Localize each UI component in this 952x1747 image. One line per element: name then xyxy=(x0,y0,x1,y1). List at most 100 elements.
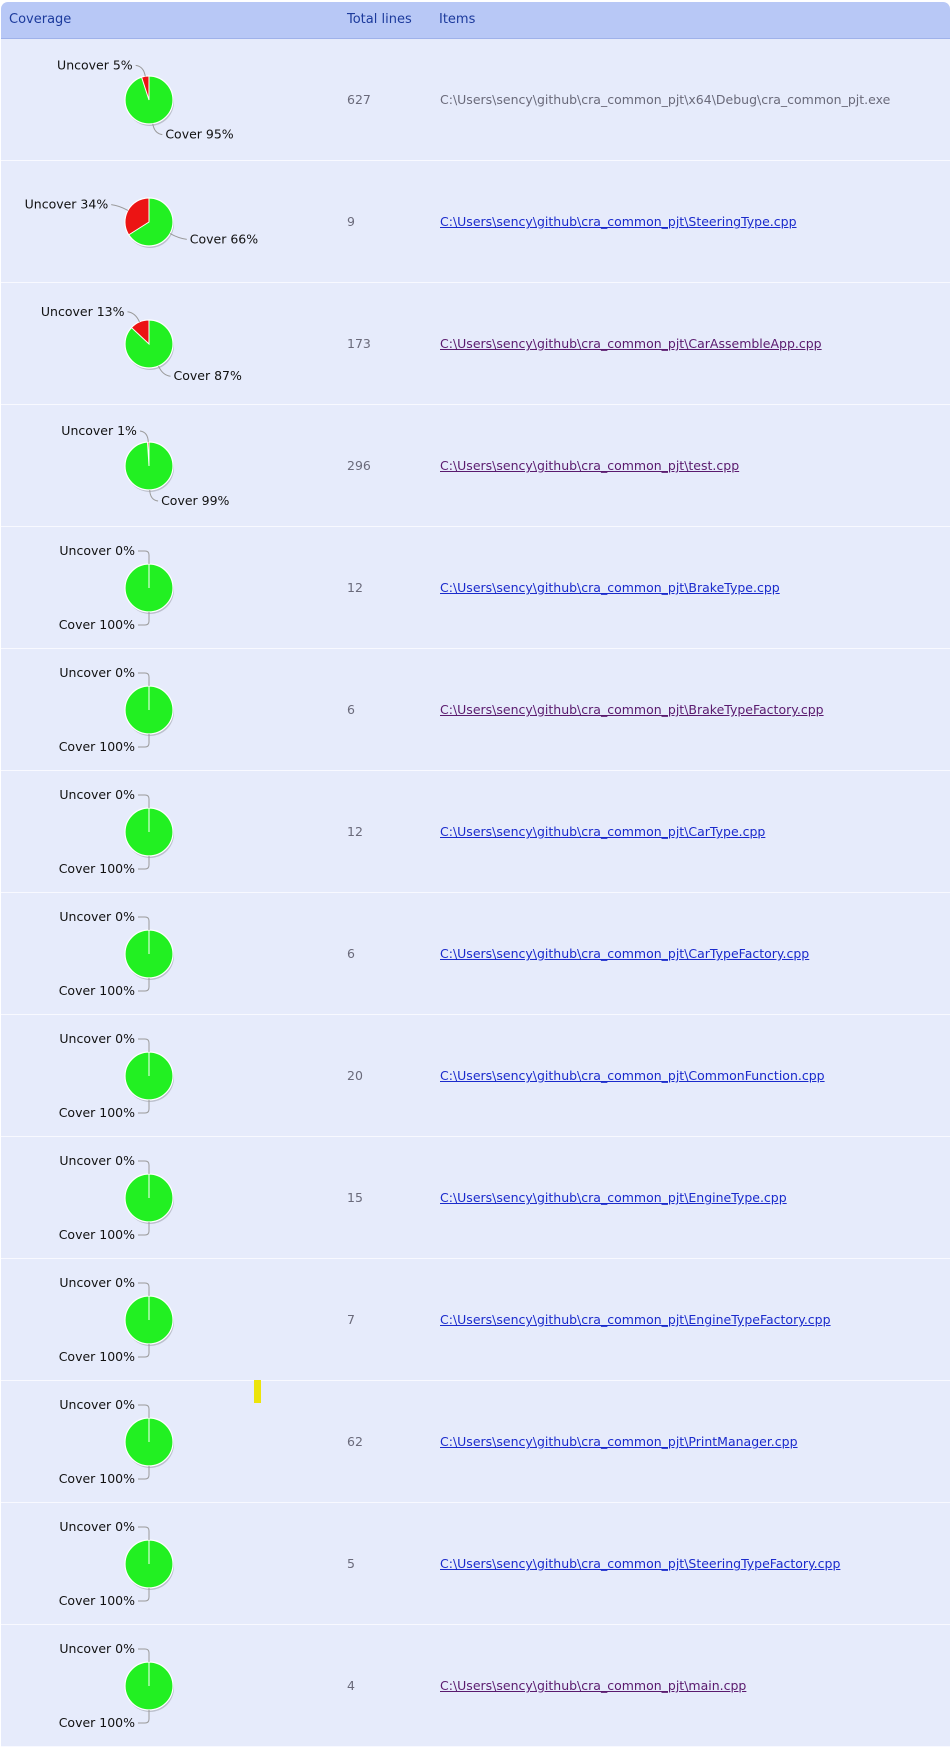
total-lines-value: 296 xyxy=(347,458,371,473)
uncover-leader-line xyxy=(135,64,146,77)
table-row: Uncover 0% Cover 100% 5 C:\Users\sency\gith… xyxy=(1,1503,950,1625)
cover-label: Cover 100% xyxy=(59,1593,135,1608)
uncover-label: Uncover 13% xyxy=(41,304,125,319)
cover-label: Cover 100% xyxy=(59,861,135,876)
cover-label: Cover 100% xyxy=(59,983,135,998)
cover-label: Cover 87% xyxy=(174,368,242,383)
pie-svg: Uncover 0% Cover 100% xyxy=(59,665,174,754)
total-lines-value: 7 xyxy=(347,1312,355,1327)
uncover-label: Uncover 0% xyxy=(59,1153,135,1168)
table-header: Coverage Total lines Items xyxy=(1,2,950,39)
pie-svg: Uncover 13% Cover 87% xyxy=(41,304,242,383)
uncover-label: Uncover 34% xyxy=(25,197,109,212)
item-link[interactable]: C:\Users\sency\github\cra_common_pjt\Pri… xyxy=(440,1434,798,1449)
coverage-pie-chart: Uncover 0% Cover 100% xyxy=(1,1259,341,1380)
cover-leader-line xyxy=(138,1466,150,1480)
item-link[interactable]: C:\Users\sency\github\cra_common_pjt\mai… xyxy=(440,1678,746,1693)
table-row: Uncover 0% Cover 100% 15 C:\Users\sency\git… xyxy=(1,1137,950,1259)
item-link[interactable]: C:\Users\sency\github\cra_common_pjt\Ste… xyxy=(440,1556,840,1571)
cover-label: Cover 99% xyxy=(161,493,229,508)
table-row: Uncover 13% Cover 87% 173 C:\Users\sency\gi… xyxy=(1,283,950,405)
uncover-label: Uncover 0% xyxy=(59,1641,135,1656)
table-row: Uncover 5% Cover 95% 627 C:\Users\sency\git… xyxy=(1,39,950,161)
pie-svg: Uncover 0% Cover 100% xyxy=(59,1275,174,1364)
item-path: C:\Users\sency\github\cra_common_pjt\x64… xyxy=(440,92,891,107)
uncover-label: Uncover 1% xyxy=(61,423,137,438)
pie-svg: Uncover 5% Cover 95% xyxy=(57,57,234,142)
uncover-label: Uncover 5% xyxy=(57,57,133,72)
table-row: Uncover 0% Cover 100% 4 C:\Users\sency\gith… xyxy=(1,1625,950,1747)
cover-leader-line xyxy=(138,1588,150,1602)
uncover-label: Uncover 0% xyxy=(59,665,135,680)
cover-label: Cover 100% xyxy=(59,617,135,632)
total-lines-value: 173 xyxy=(347,336,371,351)
cover-label: Cover 100% xyxy=(59,1349,135,1364)
pie-svg: Uncover 0% Cover 100% xyxy=(59,787,174,876)
coverage-pie-chart: Uncover 0% Cover 100% xyxy=(1,771,341,892)
uncover-leader-line xyxy=(138,672,150,686)
cover-label: Cover 66% xyxy=(190,231,258,246)
cover-label: Cover 100% xyxy=(59,1227,135,1242)
uncover-label: Uncover 0% xyxy=(59,543,135,558)
item-link[interactable]: C:\Users\sency\github\cra_common_pjt\Bra… xyxy=(440,702,824,717)
uncover-leader-line xyxy=(138,794,150,808)
pie-svg: Uncover 34% Cover 66% xyxy=(25,197,258,248)
uncover-leader-line xyxy=(138,1160,150,1174)
total-lines-value: 12 xyxy=(347,580,363,595)
uncover-label: Uncover 0% xyxy=(59,1519,135,1534)
items-column-header[interactable]: Items xyxy=(439,12,475,27)
total-lines-value: 6 xyxy=(347,702,355,717)
pie-svg: Uncover 0% Cover 100% xyxy=(59,543,174,632)
cover-label: Cover 100% xyxy=(59,1715,135,1730)
pie-svg: Uncover 0% Cover 100% xyxy=(59,1519,174,1608)
item-link[interactable]: C:\Users\sency\github\cra_common_pjt\Car… xyxy=(440,824,765,839)
total-lines-value: 15 xyxy=(347,1190,363,1205)
item-link[interactable]: C:\Users\sency\github\cra_common_pjt\Ste… xyxy=(440,214,797,229)
coverage-pie-chart: Uncover 0% Cover 100% xyxy=(1,1015,341,1136)
uncover-leader-line xyxy=(138,1038,150,1052)
cover-leader-line xyxy=(138,856,150,870)
total-lines-value: 4 xyxy=(347,1678,355,1693)
pie-svg: Uncover 0% Cover 100% xyxy=(59,1031,174,1120)
coverage-pie-chart: Uncover 13% Cover 87% xyxy=(1,283,341,404)
cover-label: Cover 95% xyxy=(165,127,233,142)
coverage-column-header[interactable]: Coverage xyxy=(9,12,71,27)
item-link[interactable]: C:\Users\sency\github\cra_common_pjt\Car… xyxy=(440,946,809,961)
table-row: Uncover 0% Cover 100% 62 C:\Users\sency\git… xyxy=(1,1381,950,1503)
uncover-leader-line xyxy=(138,1404,150,1418)
table-row: Uncover 1% Cover 99% 296 C:\Users\sency\git… xyxy=(1,405,950,527)
item-link[interactable]: C:\Users\sency\github\cra_common_pjt\Eng… xyxy=(440,1190,787,1205)
uncover-label: Uncover 0% xyxy=(59,1397,135,1412)
uncover-label: Uncover 0% xyxy=(59,909,135,924)
coverage-pie-chart: Uncover 0% Cover 100% xyxy=(1,1137,341,1258)
cover-leader-line xyxy=(138,1344,150,1358)
text-cursor-marker xyxy=(254,1380,261,1403)
coverage-pie-chart: Uncover 0% Cover 100% xyxy=(1,527,341,648)
table-row: Uncover 0% Cover 100% 12 C:\Users\sency\git… xyxy=(1,527,950,649)
uncover-label: Uncover 0% xyxy=(59,787,135,802)
total-lines-value: 12 xyxy=(347,824,363,839)
coverage-pie-chart: Uncover 0% Cover 100% xyxy=(1,893,341,1014)
uncover-leader-line xyxy=(139,430,149,443)
cover-leader-line xyxy=(138,1100,150,1114)
item-link[interactable]: C:\Users\sency\github\cra_common_pjt\Eng… xyxy=(440,1312,831,1327)
cover-leader-line xyxy=(138,1710,150,1724)
item-link[interactable]: C:\Users\sency\github\cra_common_pjt\Car… xyxy=(440,336,822,351)
cover-label: Cover 100% xyxy=(59,1471,135,1486)
item-link[interactable]: C:\Users\sency\github\cra_common_pjt\Com… xyxy=(440,1068,825,1083)
total-lines-value: 627 xyxy=(347,92,371,107)
coverage-pie-chart: Uncover 0% Cover 100% xyxy=(1,1381,341,1502)
table-row: Uncover 0% Cover 100% 7 C:\Users\sency\gith… xyxy=(1,1259,950,1381)
uncover-leader-line xyxy=(111,204,129,211)
coverage-pie-chart: Uncover 5% Cover 95% xyxy=(1,39,341,160)
coverage-pie-chart: Uncover 1% Cover 99% xyxy=(1,405,341,526)
item-link[interactable]: C:\Users\sency\github\cra_common_pjt\tes… xyxy=(440,458,739,473)
coverage-table: Coverage Total lines Items Uncover 5% Cov… xyxy=(1,2,950,1747)
pie-svg: Uncover 0% Cover 100% xyxy=(59,1641,174,1730)
coverage-pie-chart: Uncover 0% Cover 100% xyxy=(1,1625,341,1746)
item-link[interactable]: C:\Users\sency\github\cra_common_pjt\Bra… xyxy=(440,580,780,595)
table-row: Uncover 0% Cover 100% 6 C:\Users\sency\gith… xyxy=(1,893,950,1015)
table-row: Uncover 34% Cover 66% 9 C:\Users\sency\gith… xyxy=(1,161,950,283)
uncover-leader-line xyxy=(138,916,150,930)
total-lines-column-header[interactable]: Total lines xyxy=(347,12,412,27)
